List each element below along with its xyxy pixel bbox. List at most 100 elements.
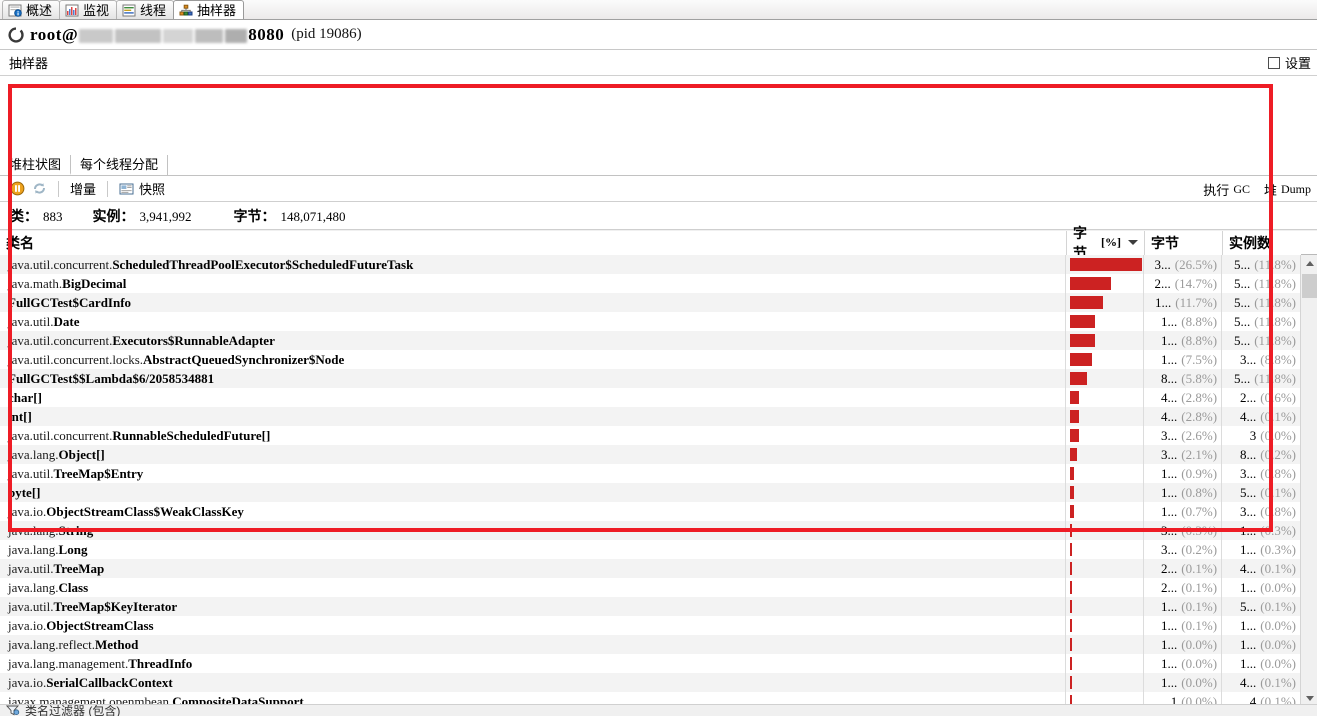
class-package: java.math.: [8, 276, 63, 291]
table-row[interactable]: byte[] 1... (0.8%) 5... (0.1%): [0, 483, 1300, 502]
delta-button[interactable]: 增量: [70, 179, 96, 198]
bytes-percent-bar: [1070, 524, 1073, 537]
table-row[interactable]: java.util.TreeMap$KeyIterator 1... (0.1%) 5…: [0, 597, 1300, 616]
cell-bytes: 3... (0.2%): [1144, 540, 1223, 559]
subtab-per-thread-allocation[interactable]: 每个线程分配: [71, 155, 169, 175]
cell-bytes: 1... (0.0%): [1144, 654, 1223, 673]
perform-gc-button[interactable]: 执行 GC: [1203, 180, 1250, 199]
column-header-bytes-percent[interactable]: 字节 [%]: [1067, 227, 1145, 262]
instances-value: 8...: [1239, 447, 1257, 462]
cell-bytes: 2... (14.7%): [1144, 274, 1223, 293]
process-header: root@ 8080 (pid 19086): [0, 20, 1317, 50]
tab-overview[interactable]: 概述: [2, 0, 61, 19]
tab-sampler-label: 抽样器: [197, 2, 237, 18]
column-header-instances[interactable]: 实例数: [1223, 230, 1301, 255]
threads-icon: [122, 4, 136, 16]
table-row[interactable]: java.util.Date 1... (8.8%) 5... (11.8%): [0, 312, 1300, 331]
cell-bytes-percent-bar: [1066, 502, 1145, 521]
table-vertical-scrollbar[interactable]: [1300, 255, 1317, 707]
table-row[interactable]: int[] 4... (2.8%) 4... (0.1%): [0, 407, 1300, 426]
table-row[interactable]: java.util.concurrent.Executors$RunnableA…: [0, 331, 1300, 350]
table-row[interactable]: java.io.SerialCallbackContext 1... (0.0%) 4…: [0, 673, 1300, 692]
instances-value: 3...: [1239, 504, 1257, 519]
instances-percent: (11.8%): [1254, 295, 1296, 310]
tab-threads-label: 线程: [140, 2, 167, 18]
table-row[interactable]: java.util.concurrent.ScheduledThreadPool…: [0, 255, 1300, 274]
settings-checkbox[interactable]: [1267, 56, 1280, 69]
cell-bytes-percent-bar: [1066, 388, 1145, 407]
table-row[interactable]: java.util.TreeMap$Entry 1... (0.9%) 3... (0.…: [0, 464, 1300, 483]
table-row[interactable]: java.util.concurrent.RunnableScheduledFu…: [0, 426, 1300, 445]
table-row[interactable]: java.lang.Object[] 3... (2.1%) 8... (0.2%): [0, 445, 1300, 464]
table-row[interactable]: java.lang.Class 2... (0.1%) 1... (0.0%): [0, 578, 1300, 597]
cell-class-name: java.util.TreeMap: [0, 559, 1067, 578]
cell-class-name: int[]: [0, 407, 1067, 426]
cell-class-name: java.io.ObjectStreamClass: [0, 616, 1067, 635]
refresh-button[interactable]: [32, 181, 47, 196]
bytes-percent: (5.8%): [1181, 371, 1218, 386]
tab-monitor[interactable]: 监视: [59, 0, 118, 19]
chevron-down-icon: [1305, 696, 1314, 701]
instances-percent: (0.1%): [1260, 409, 1296, 424]
bytes-percent-bar: [1070, 505, 1074, 518]
subtab-heap-histogram[interactable]: 堆柱状图: [0, 155, 72, 175]
cell-bytes-percent-bar: [1066, 654, 1145, 673]
tab-threads[interactable]: 线程: [116, 0, 175, 19]
table-row[interactable]: FullGCTest$CardInfo 1... (11.7%) 5... (11.8%…: [0, 293, 1300, 312]
cell-bytes-percent-bar: [1066, 407, 1145, 426]
table-row[interactable]: java.io.ObjectStreamClass 1... (0.1%) 1...(…: [0, 616, 1300, 635]
cell-instances: 5... (11.8%): [1222, 312, 1300, 331]
class-simple-name: String: [58, 523, 94, 538]
table-row[interactable]: java.lang.String 3... (0.3%) 1... (0.3%): [0, 521, 1300, 540]
scrollbar-thumb[interactable]: [1302, 274, 1317, 298]
settings-checkbox-row[interactable]: 设置: [1267, 53, 1311, 72]
table-row[interactable]: FullGCTest$$Lambda$6/2058534881 8... (5.8%…: [0, 369, 1300, 388]
heap-dump-button[interactable]: 堆 Dump: [1264, 180, 1311, 199]
table-row[interactable]: java.math.BigDecimal 2... (14.7%) 5... (11.8…: [0, 274, 1300, 293]
bytes-value: 2...: [1161, 580, 1178, 595]
column-header-class-name[interactable]: 类名: [0, 230, 1067, 255]
toolbar-right-actions: 执行 GC 堆 Dump: [1203, 176, 1311, 202]
instances-value: 4...: [1239, 409, 1257, 424]
sampler-subtabs: 堆柱状图 每个线程分配: [0, 155, 1317, 176]
table-row[interactable]: java.util.TreeMap 2... (0.1%) 4... (0.1%): [0, 559, 1300, 578]
process-name: root@ 8080: [30, 25, 284, 45]
class-simple-name: ThreadInfo: [128, 656, 193, 671]
histogram-stats: 类： 883 实例： 3,941,992 字节： 148,071,480: [0, 202, 1317, 230]
class-name-filter-bar[interactable]: 类名过滤器 (包含): [0, 704, 1317, 716]
monitor-chart-icon: [65, 4, 79, 16]
cell-bytes: 1... (8.8%): [1144, 331, 1223, 350]
class-simple-name: TreeMap$KeyIterator: [53, 599, 178, 614]
cell-bytes-percent-bar: [1066, 521, 1145, 540]
table-row[interactable]: java.lang.reflect.Method 1... (0.0%) 1... (0…: [0, 635, 1300, 654]
cell-instances: 5... (11.8%): [1222, 369, 1300, 388]
class-simple-name: Class: [58, 580, 89, 595]
cell-bytes: 1... (7.5%): [1144, 350, 1223, 369]
bytes-percent: (0.0%): [1181, 637, 1218, 652]
tab-sampler[interactable]: 抽样器: [173, 0, 245, 19]
snapshot-icon: [119, 183, 134, 194]
toolbar-separator-2: [107, 180, 109, 197]
table-row[interactable]: java.lang.Long 3... (0.2%) 1... (0.3%): [0, 540, 1300, 559]
instances-value: 3...: [1239, 466, 1257, 481]
instances-value: 5...: [1233, 257, 1251, 272]
sort-descending-arrow-icon[interactable]: [1128, 240, 1138, 245]
cell-bytes-percent-bar: [1066, 312, 1145, 331]
cell-bytes-percent-bar: [1066, 483, 1145, 502]
table-row[interactable]: char[] 4... (2.8%) 2... (0.6%): [0, 388, 1300, 407]
histogram-table-body[interactable]: java.util.concurrent.ScheduledThreadPool…: [0, 255, 1300, 707]
perform-gc-value: GC: [1233, 181, 1250, 196]
pause-button[interactable]: [10, 181, 25, 196]
scroll-up-button[interactable]: [1301, 255, 1317, 272]
cell-bytes: 3... (2.6%): [1144, 426, 1223, 445]
table-row[interactable]: java.io.ObjectStreamClass$WeakClassKey 1.…: [0, 502, 1300, 521]
table-row[interactable]: java.lang.management.ThreadInfo 1... (0.0%…: [0, 654, 1300, 673]
perform-gc-label: 执行: [1203, 182, 1230, 198]
class-simple-name: Long: [58, 542, 88, 557]
cell-bytes-percent-bar: [1066, 635, 1145, 654]
table-row[interactable]: java.util.concurrent.locks.AbstractQueue…: [0, 350, 1300, 369]
cell-bytes-percent-bar: [1066, 331, 1145, 350]
column-header-bytes[interactable]: 字节: [1145, 230, 1223, 255]
class-simple-name: FullGCTest$CardInfo: [8, 295, 132, 310]
snapshot-button[interactable]: 快照: [119, 179, 165, 198]
